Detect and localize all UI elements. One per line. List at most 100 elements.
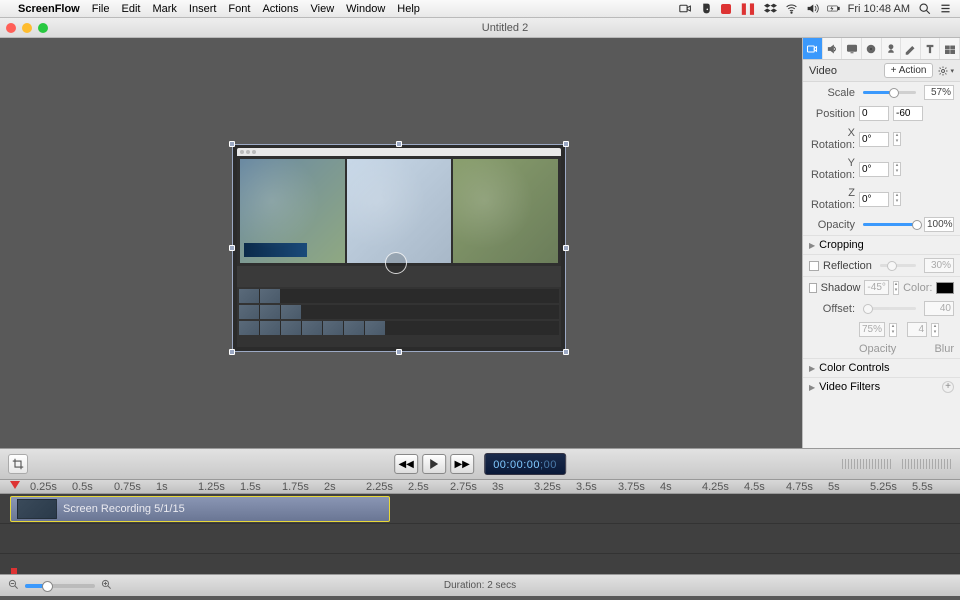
rewind-button[interactable]: ◀◀ bbox=[394, 454, 418, 474]
xrot-stepper[interactable]: ▴▾ bbox=[893, 132, 901, 146]
window-title: Untitled 2 bbox=[56, 22, 954, 34]
tab-text[interactable] bbox=[921, 38, 941, 59]
tab-video[interactable] bbox=[803, 38, 823, 59]
shadow-checkbox[interactable] bbox=[809, 283, 817, 293]
timeline-tracks[interactable]: Screen Recording 5/1/15 bbox=[0, 494, 960, 574]
tab-touch[interactable] bbox=[882, 38, 902, 59]
timeline-ruler[interactable]: 0.25s0.5s0.75s1s1.25s1.5s1.75s2s2.25s2.5… bbox=[0, 480, 960, 494]
add-filter-button[interactable]: + bbox=[942, 381, 954, 393]
menu-view[interactable]: View bbox=[311, 3, 335, 15]
xrot-input[interactable] bbox=[859, 132, 889, 147]
ruler-tick: 3.25s bbox=[534, 481, 561, 493]
tab-callout[interactable] bbox=[862, 38, 882, 59]
yrot-input[interactable] bbox=[859, 162, 889, 177]
spotlight-icon[interactable] bbox=[918, 2, 931, 15]
shadow-blur-stepper[interactable]: ▴▾ bbox=[931, 323, 939, 337]
tab-media-library[interactable] bbox=[940, 38, 960, 59]
canvas[interactable] bbox=[0, 38, 802, 448]
ruler-tick: 2.5s bbox=[408, 481, 429, 493]
resize-handle[interactable] bbox=[563, 349, 569, 355]
play-button[interactable] bbox=[422, 454, 446, 474]
panel-gear-button[interactable]: ▾ bbox=[937, 65, 954, 77]
timecode-display[interactable]: 00:00:00;00 bbox=[484, 453, 566, 475]
selected-clip-on-canvas[interactable] bbox=[232, 144, 566, 352]
clip-screen-recording[interactable]: Screen Recording 5/1/15 bbox=[10, 496, 390, 522]
menu-help[interactable]: Help bbox=[397, 3, 420, 15]
menu-insert[interactable]: Insert bbox=[189, 3, 217, 15]
scale-value[interactable]: 57% bbox=[924, 85, 954, 100]
ruler-tick: 1.5s bbox=[240, 481, 261, 493]
resize-handle[interactable] bbox=[229, 349, 235, 355]
reflection-checkbox[interactable] bbox=[809, 261, 819, 271]
video-filters-section[interactable]: ▶ Video Filters + bbox=[803, 377, 960, 396]
menu-file[interactable]: File bbox=[92, 3, 110, 15]
ruler-tick: 1.75s bbox=[282, 481, 309, 493]
reflection-slider[interactable] bbox=[880, 264, 916, 267]
end-marker[interactable] bbox=[11, 568, 17, 574]
ruler-tick: 2.75s bbox=[450, 481, 477, 493]
resize-handle[interactable] bbox=[396, 141, 402, 147]
pause-indicator-icon[interactable]: ❚❚ bbox=[739, 2, 755, 15]
resize-handle[interactable] bbox=[563, 245, 569, 251]
xrot-label: X Rotation: bbox=[809, 127, 855, 151]
minimize-window-button[interactable] bbox=[22, 23, 32, 33]
zrot-input[interactable] bbox=[859, 192, 889, 207]
volume-icon[interactable] bbox=[806, 2, 819, 15]
track-row[interactable] bbox=[0, 524, 960, 554]
notification-center-icon[interactable] bbox=[939, 2, 952, 15]
ruler-tick: 0.5s bbox=[72, 481, 93, 493]
evernote-icon[interactable] bbox=[700, 2, 713, 15]
menu-font[interactable]: Font bbox=[228, 3, 250, 15]
zoom-window-button[interactable] bbox=[38, 23, 48, 33]
timeline-zoom-slider[interactable] bbox=[25, 584, 95, 588]
shadow-offset-value: 40 bbox=[924, 301, 954, 316]
wifi-icon[interactable] bbox=[785, 2, 798, 15]
shadow-offset-slider[interactable] bbox=[863, 307, 916, 310]
crop-tool-button[interactable] bbox=[8, 454, 28, 474]
tab-annotations[interactable] bbox=[901, 38, 921, 59]
zoom-out-icon[interactable] bbox=[8, 579, 19, 593]
tab-audio[interactable] bbox=[823, 38, 843, 59]
color-controls-section[interactable]: ▶ Color Controls bbox=[803, 358, 960, 377]
yrot-stepper[interactable]: ▴▾ bbox=[893, 162, 901, 176]
forward-button[interactable]: ▶▶ bbox=[450, 454, 474, 474]
zoom-in-icon[interactable] bbox=[101, 579, 112, 593]
ruler-tick: 1.25s bbox=[198, 481, 225, 493]
disclosure-triangle-icon: ▶ bbox=[809, 364, 815, 373]
ruler-tick: 4s bbox=[660, 481, 672, 493]
menu-edit[interactable]: Edit bbox=[121, 3, 140, 15]
duration-label: Duration: 2 secs bbox=[444, 580, 516, 591]
opacity-slider[interactable] bbox=[863, 223, 916, 226]
resize-handle[interactable] bbox=[563, 141, 569, 147]
close-window-button[interactable] bbox=[6, 23, 16, 33]
menu-actions[interactable]: Actions bbox=[262, 3, 298, 15]
shadow-opacity-stepper[interactable]: ▴▾ bbox=[889, 323, 897, 337]
shadow-angle-stepper[interactable]: ▴▾ bbox=[893, 281, 899, 295]
scale-slider[interactable] bbox=[863, 91, 916, 94]
position-label: Position bbox=[809, 108, 855, 120]
position-y-input[interactable] bbox=[893, 106, 923, 121]
zrot-stepper[interactable]: ▴▾ bbox=[893, 192, 901, 206]
battery-icon[interactable] bbox=[827, 2, 840, 15]
ruler-tick: 2s bbox=[324, 481, 336, 493]
playhead[interactable] bbox=[10, 481, 20, 489]
app-menu[interactable]: ScreenFlow bbox=[18, 3, 80, 15]
resize-handle[interactable] bbox=[229, 245, 235, 251]
tab-screen-recording[interactable] bbox=[842, 38, 862, 59]
menu-window[interactable]: Window bbox=[346, 3, 385, 15]
menubar-clock[interactable]: Fri 10:48 AM bbox=[848, 3, 910, 15]
shadow-opacity-sublabel: Opacity bbox=[859, 343, 896, 355]
resize-handle[interactable] bbox=[229, 141, 235, 147]
resize-handle[interactable] bbox=[396, 349, 402, 355]
recorded-window-body bbox=[237, 156, 561, 347]
dropbox-icon[interactable] bbox=[764, 2, 777, 15]
camera-icon[interactable] bbox=[679, 2, 692, 15]
opacity-value[interactable]: 100% bbox=[924, 217, 954, 232]
shadow-color-well[interactable] bbox=[936, 282, 954, 294]
track-row[interactable]: Screen Recording 5/1/15 bbox=[0, 494, 960, 524]
position-x-input[interactable] bbox=[859, 106, 889, 121]
menu-mark[interactable]: Mark bbox=[152, 3, 176, 15]
add-action-button[interactable]: + Action bbox=[884, 63, 934, 78]
cropping-section[interactable]: ▶ Cropping bbox=[803, 235, 960, 254]
record-indicator-icon[interactable] bbox=[721, 4, 731, 14]
